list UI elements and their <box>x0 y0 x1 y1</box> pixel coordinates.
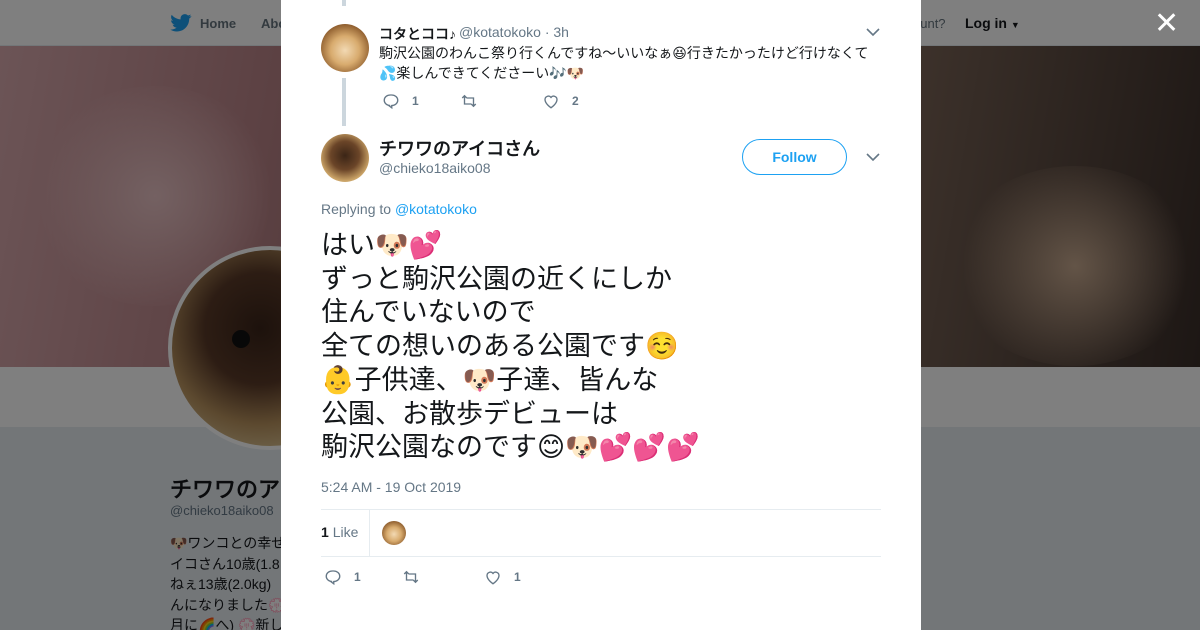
tweet-text-line: 公園、お散歩デビューは <box>321 398 618 429</box>
thread-line-top <box>342 0 346 6</box>
retweet-button[interactable] <box>460 92 542 110</box>
likes-row: 1 Like <box>321 509 881 557</box>
parent-meta: @kotatokoko · 3h <box>459 24 569 40</box>
author-handle[interactable]: @chieko18aiko08 <box>379 160 491 176</box>
likes-word: Like <box>332 524 359 540</box>
like-count: 1 <box>514 570 521 584</box>
close-icon[interactable]: ✕ <box>1154 9 1179 39</box>
avatar[interactable] <box>321 24 369 72</box>
chevron-down-icon[interactable] <box>865 149 881 165</box>
heart-icon <box>486 571 500 585</box>
parent-author-handle[interactable]: @kotatokoko <box>459 24 541 40</box>
parent-author-name[interactable]: コタとココ♪ <box>379 24 456 44</box>
reply-count: 1 <box>412 94 419 108</box>
thread-line <box>342 78 346 126</box>
tweet-text-line: 👶子供達、🐶子達、皆んな <box>321 364 659 395</box>
parent-text-line: 💦楽しんできてくださーい🎶🐶 <box>379 65 585 81</box>
heart-icon <box>544 95 558 109</box>
tweet-text-line: 全ての想いのある公園です☺️ <box>321 331 679 362</box>
avatar[interactable] <box>321 134 369 182</box>
chevron-down-icon[interactable] <box>865 24 881 40</box>
tweet-text-line: ずっと駒沢公園の近くにしか <box>321 263 672 294</box>
parent-time[interactable]: · 3h <box>545 24 569 40</box>
follow-button[interactable]: Follow <box>742 139 847 175</box>
parent-actions: 1 2 <box>382 92 579 110</box>
like-count: 2 <box>572 94 579 108</box>
parent-text-line: 駒沢公園のわんこ祭り行くんですね〜いいなぁ😆行きたかったけど行けなくて <box>379 45 869 61</box>
like-button[interactable]: 2 <box>542 92 579 110</box>
tweet-text-line: 駒沢公園なのです😊🐶💕💕💕 <box>321 432 700 463</box>
reply-button[interactable]: 1 <box>324 568 402 586</box>
divider <box>369 510 370 556</box>
tweet-text-line: はい🐶💕 <box>321 230 443 260</box>
replying-prefix: Replying to <box>321 201 392 217</box>
likes-count[interactable]: 1 Like <box>321 524 358 540</box>
author-name[interactable]: チワワのアイコさん <box>379 135 540 161</box>
retweet-icon <box>403 570 419 584</box>
replying-to: Replying to @kotatokoko <box>321 201 477 217</box>
replying-to-link[interactable]: @kotatokoko <box>395 201 477 217</box>
likes-number: 1 <box>321 524 329 540</box>
tweet-modal: コタとココ♪ @kotatokoko · 3h 駒沢公園のわんこ祭り行くんですね… <box>281 0 921 630</box>
like-button[interactable]: 1 <box>484 568 521 586</box>
tweet-actions: 1 1 <box>324 568 521 586</box>
parent-tweet-text: 駒沢公園のわんこ祭り行くんですね〜いいなぁ😆行きたかったけど行けなくて 💦楽しん… <box>379 43 879 83</box>
tweet-timestamp[interactable]: 5:24 AM - 19 Oct 2019 <box>321 479 461 495</box>
tweet-text: はい🐶💕 ずっと駒沢公園の近くにしか 住んでいないので 全ての想いのある公園です… <box>321 229 881 465</box>
reply-icon <box>325 570 341 586</box>
retweet-icon <box>461 94 477 108</box>
retweet-button[interactable] <box>402 568 484 586</box>
reply-icon <box>383 94 399 110</box>
reply-button[interactable]: 1 <box>382 92 460 110</box>
reply-count: 1 <box>354 570 361 584</box>
liker-avatar[interactable] <box>382 521 406 545</box>
tweet-text-line: 住んでいないので <box>321 297 536 328</box>
